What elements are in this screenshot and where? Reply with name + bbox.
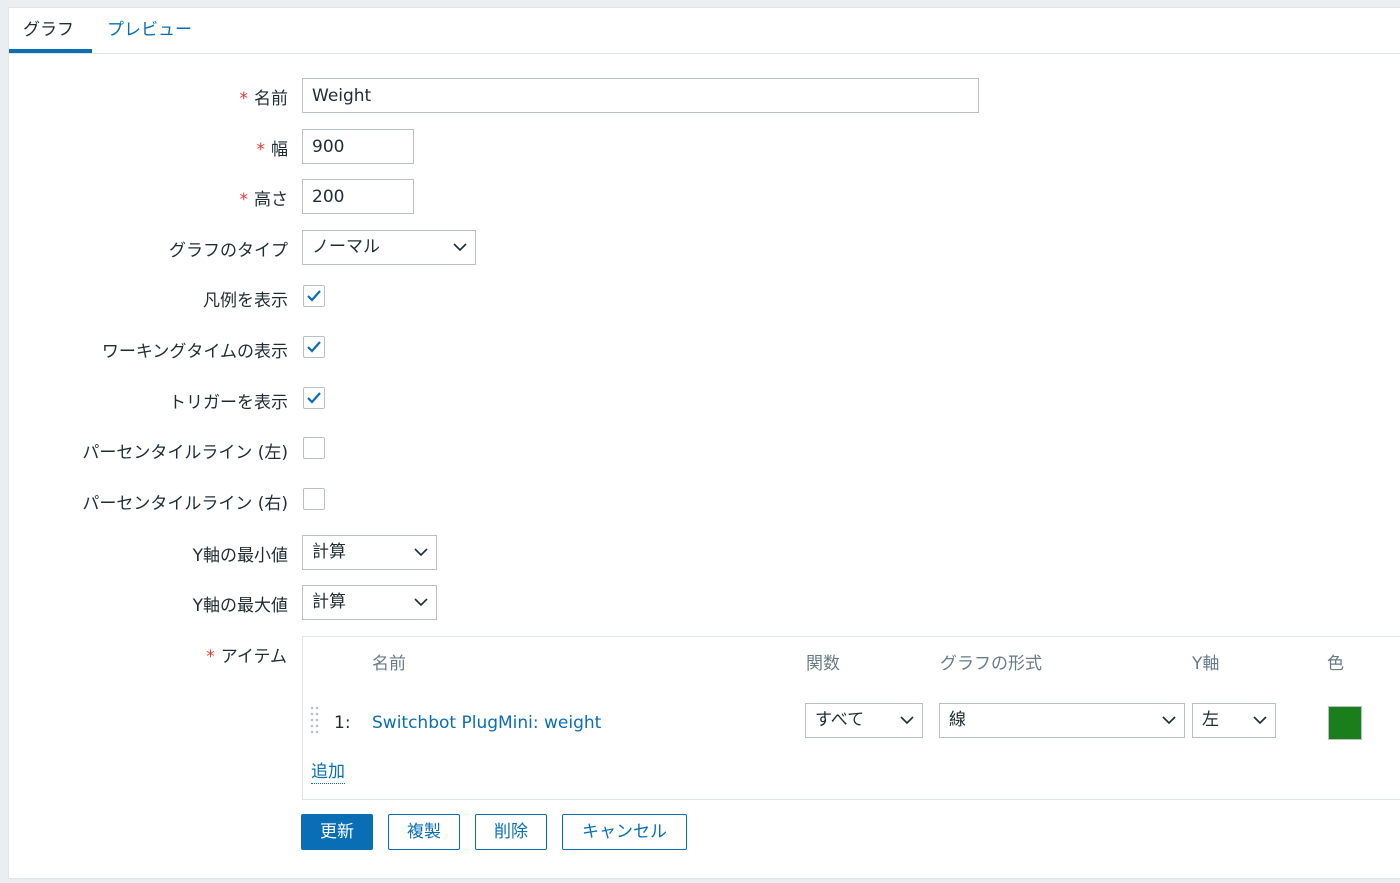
items-label: * アイテム: [206, 647, 287, 667]
items-table: 名前 関数 グラフの形式 Y軸 色 1: Switchbot PlugMini:…: [302, 636, 1400, 800]
y-min-label: Y軸の最小値: [192, 546, 288, 566]
name-label: * 名前: [239, 89, 289, 109]
item-y-axis-value: 左: [1202, 710, 1219, 730]
width-input[interactable]: [302, 129, 414, 164]
graph-type-value: ノーマル: [312, 237, 380, 257]
required-marker: *: [256, 140, 266, 160]
column-header-name: 名前: [372, 654, 406, 674]
cancel-button[interactable]: キャンセル: [562, 814, 687, 850]
graph-type-label: グラフのタイプ: [169, 241, 288, 261]
tab-preview[interactable]: プレビュー: [107, 17, 192, 53]
height-label: * 高さ: [239, 190, 289, 210]
item-name-link[interactable]: Switchbot PlugMini: weight: [372, 713, 601, 733]
delete-button[interactable]: 削除: [475, 814, 547, 850]
tab-graph[interactable]: グラフ: [23, 17, 74, 53]
name-input[interactable]: [302, 78, 979, 113]
graph-type-select[interactable]: ノーマル: [302, 230, 476, 265]
item-index: 1:: [334, 713, 351, 733]
y-max-value: 計算: [312, 592, 346, 612]
add-item-link[interactable]: 追加: [311, 757, 345, 784]
y-min-select[interactable]: 計算: [302, 535, 437, 570]
percentile-right-checkbox[interactable]: [303, 488, 325, 510]
chevron-down-icon: [453, 243, 467, 252]
show-legend-checkbox[interactable]: [303, 285, 325, 307]
show-working-time-label: ワーキングタイムの表示: [101, 342, 288, 362]
checkmark-icon: [307, 392, 321, 404]
drag-handle-icon[interactable]: [310, 706, 320, 734]
show-triggers-label: トリガーを表示: [169, 393, 288, 413]
show-legend-label: 凡例を表示: [203, 291, 288, 311]
chevron-down-icon: [1162, 716, 1176, 725]
item-draw-style-select[interactable]: 線: [939, 703, 1185, 738]
tab-bar: グラフ プレビュー: [9, 8, 1400, 54]
height-input[interactable]: [302, 179, 414, 214]
percentile-left-checkbox[interactable]: [303, 437, 325, 459]
width-label: * 幅: [256, 140, 289, 160]
clone-button[interactable]: 複製: [388, 814, 460, 850]
checkmark-icon: [307, 290, 321, 302]
chevron-down-icon: [1253, 716, 1267, 725]
column-header-function: 関数: [806, 654, 840, 674]
show-triggers-checkbox[interactable]: [303, 387, 325, 409]
column-header-draw-style: グラフの形式: [940, 654, 1042, 674]
y-max-select[interactable]: 計算: [302, 585, 437, 620]
item-function-value: すべて: [815, 710, 865, 730]
percentile-right-label: パーセンタイルライン (右): [82, 494, 288, 514]
item-draw-style-value: 線: [949, 710, 966, 730]
update-button[interactable]: 更新: [301, 814, 373, 850]
graph-form-panel: グラフ プレビュー *名前 *幅 *高さ グラフのタイプ ノーマル 凡例を表示 …: [8, 7, 1400, 879]
chevron-down-icon: [414, 548, 428, 557]
y-min-value: 計算: [312, 542, 346, 562]
required-marker: *: [239, 89, 249, 109]
item-color-swatch[interactable]: [1328, 706, 1362, 740]
y-max-label: Y軸の最大値: [192, 596, 288, 616]
percentile-left-label: パーセンタイルライン (左): [82, 443, 288, 463]
chevron-down-icon: [900, 716, 914, 725]
required-marker: *: [239, 190, 249, 210]
column-header-y-axis: Y軸: [1192, 654, 1220, 674]
required-marker: *: [206, 647, 215, 667]
active-tab-indicator: [9, 49, 92, 53]
item-function-select[interactable]: すべて: [805, 703, 923, 738]
show-working-time-checkbox[interactable]: [303, 336, 325, 358]
chevron-down-icon: [414, 598, 428, 607]
item-y-axis-select[interactable]: 左: [1192, 703, 1276, 738]
column-header-color: 色: [1327, 654, 1344, 674]
checkmark-icon: [307, 341, 321, 353]
